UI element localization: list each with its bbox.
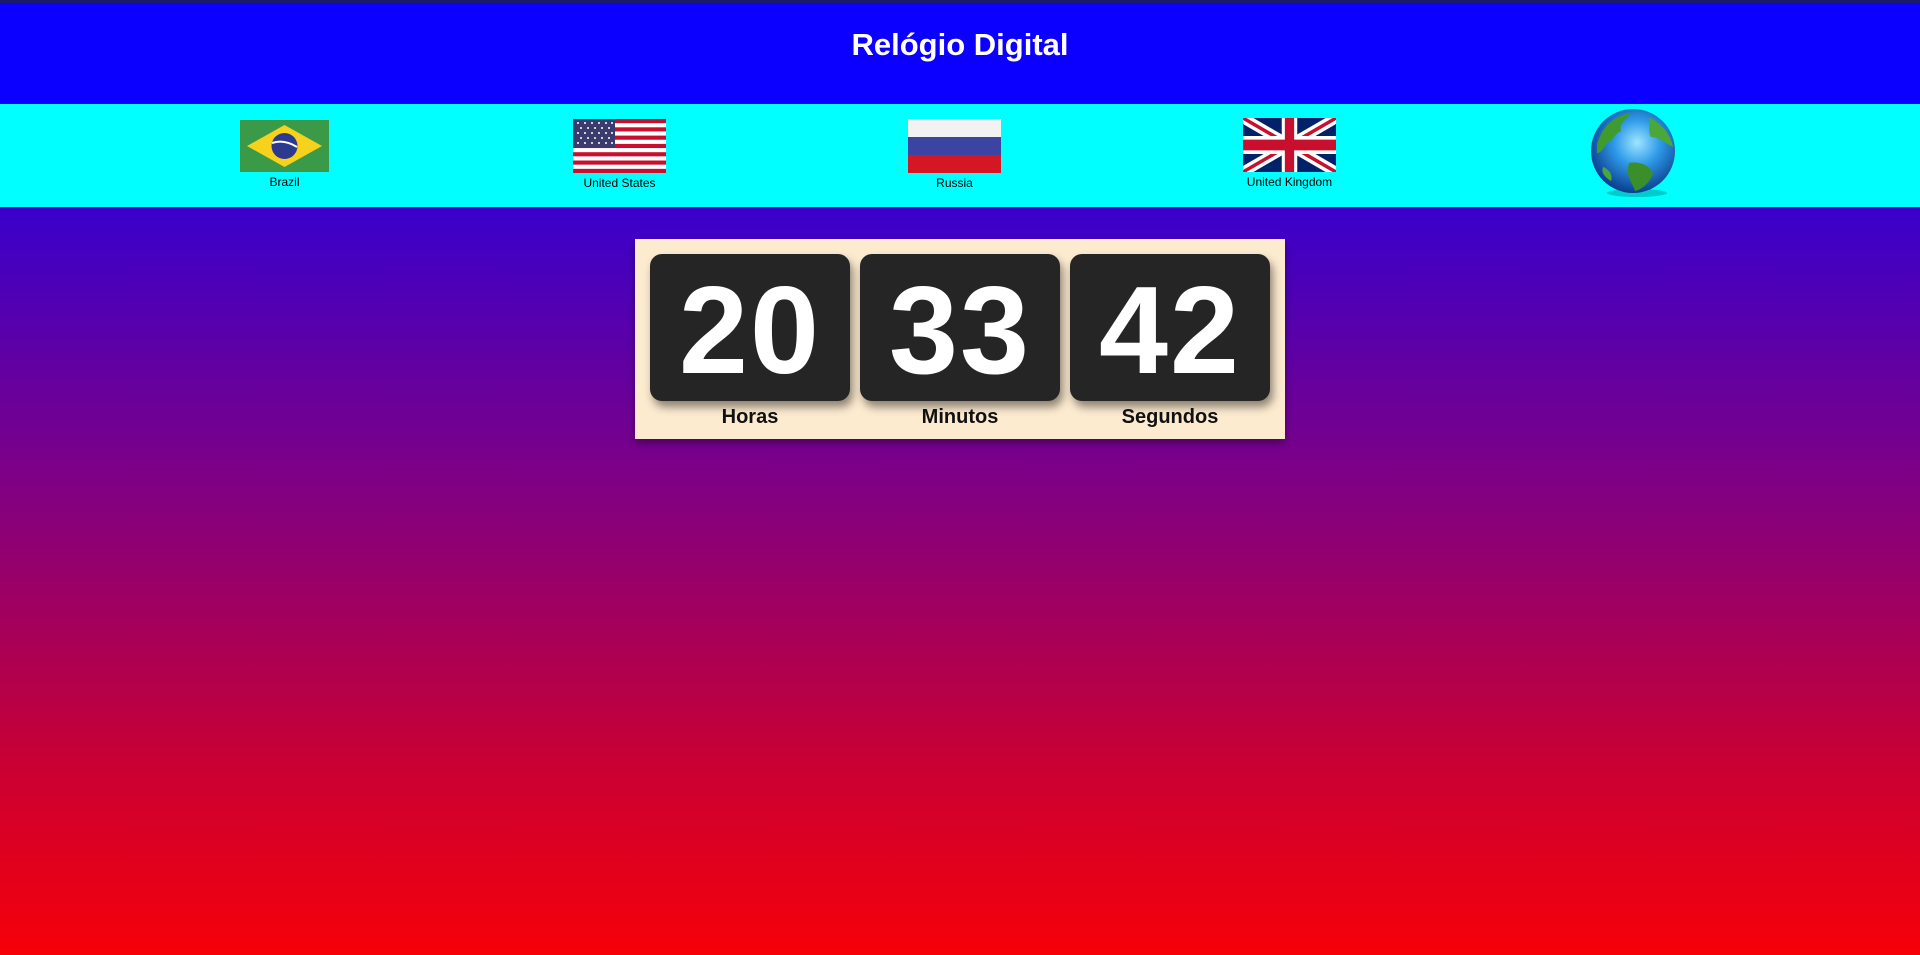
- minutes-label: Minutos: [921, 406, 999, 428]
- hours-tile: 20: [650, 254, 850, 401]
- flag-label: United Kingdom: [1246, 175, 1333, 189]
- page-title: Relógio Digital: [851, 26, 1069, 62]
- hours-value: 20: [679, 261, 821, 400]
- uk-flag-icon: [1243, 118, 1336, 172]
- flag-uk-button[interactable]: United Kingdom: [1243, 118, 1336, 189]
- russia-flag-icon: [908, 119, 1001, 173]
- flag-label: Brazil: [269, 175, 300, 189]
- flag-label: United States: [583, 176, 656, 190]
- minutes-tile: 33: [860, 254, 1060, 401]
- usa-flag-icon: [573, 119, 666, 173]
- brazil-flag-icon: [240, 120, 329, 172]
- hours-label: Horas: [721, 406, 779, 428]
- globe-button[interactable]: [1589, 107, 1681, 199]
- seconds-label: Segundos: [1121, 406, 1219, 428]
- flag-label: Russia: [936, 176, 973, 190]
- flag-russia-button[interactable]: Russia: [908, 119, 1001, 190]
- app-header: Relógio Digital: [0, 3, 1920, 104]
- clock-panel: 20 33 42 Horas Minutos Segundos: [635, 239, 1285, 439]
- seconds-tile: 42: [1070, 254, 1270, 401]
- flag-bar: Brazil United States Russia United Kingd…: [0, 104, 1920, 207]
- flag-brazil-button[interactable]: Brazil: [240, 120, 329, 189]
- flag-usa-button[interactable]: United States: [573, 119, 666, 190]
- seconds-value: 42: [1099, 261, 1241, 400]
- globe-icon: [1589, 107, 1681, 199]
- minutes-value: 33: [889, 261, 1031, 400]
